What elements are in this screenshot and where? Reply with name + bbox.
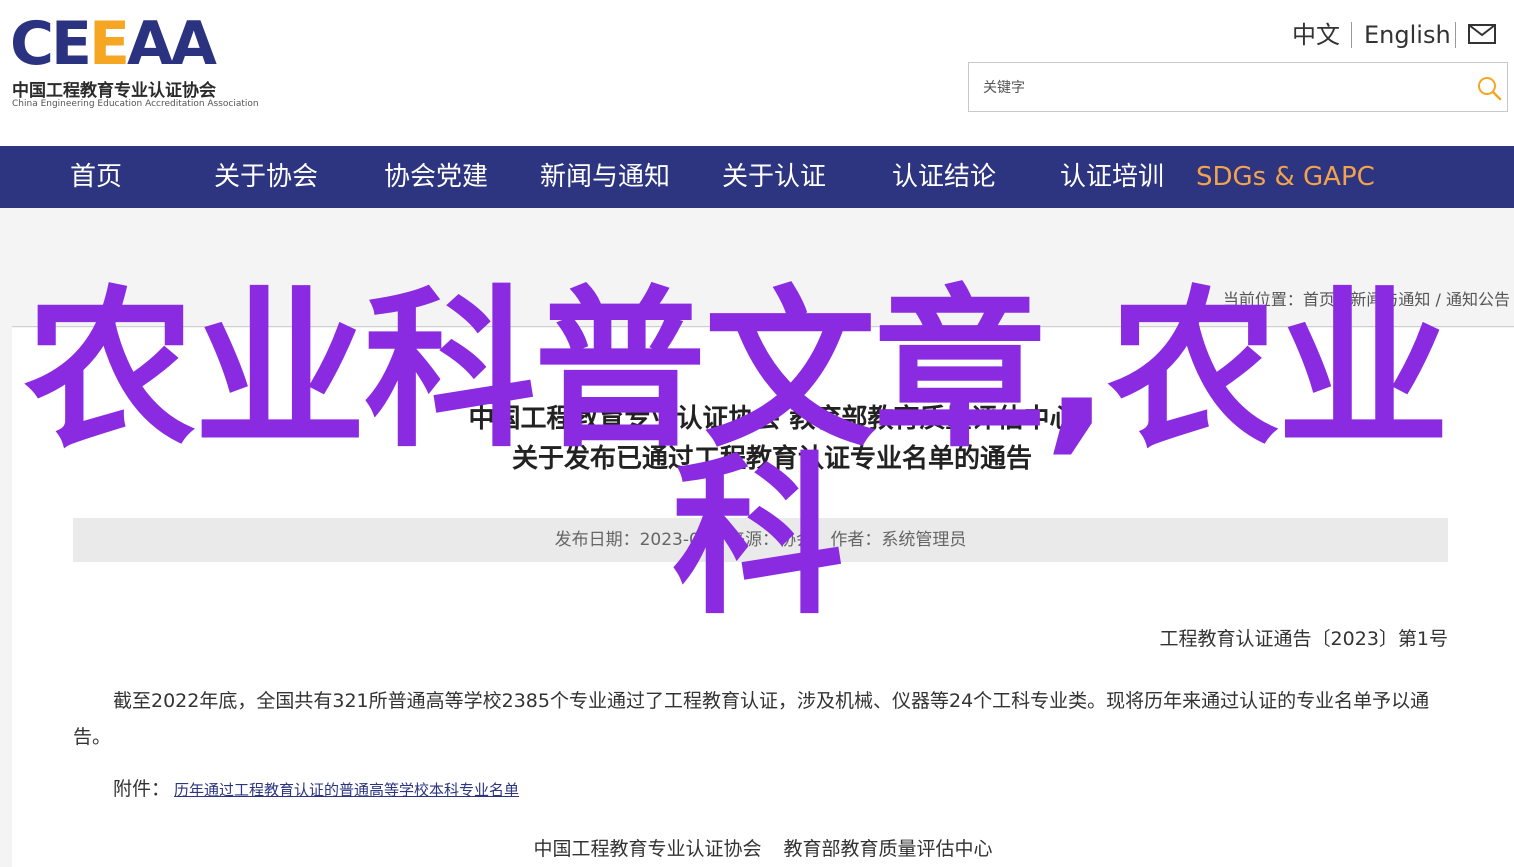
breadcrumb: 当前位置：首页 / 新闻与通知 / 通知公告	[1223, 286, 1510, 310]
nav-item-sdgs-gapc[interactable]: SDGs & GAPC	[1196, 146, 1375, 208]
document-number: 工程教育认证通告〔2023〕第1号	[1159, 628, 1448, 650]
nav-item-party[interactable]: 协会党建	[384, 146, 488, 208]
site-logo[interactable]: CEEAA 中国工程教育专业认证协会 China Engineering Edu…	[10, 12, 270, 116]
nav-item-home[interactable]: 首页	[70, 146, 122, 208]
breadcrumb-prefix: 当前位置：	[1222, 290, 1303, 309]
article-meta-bar: 发布日期：2023-06 来源：协会 作者：系统管理员	[73, 518, 1448, 562]
nav-item-about[interactable]: 关于协会	[214, 146, 318, 208]
logo-name-en: China Engineering Education Accreditatio…	[12, 99, 259, 109]
article-source: 来源：协会	[728, 530, 814, 550]
search-box	[968, 62, 1508, 113]
article-title-line1: 中国工程教育专业认证协会 教育部教育质量评估中心	[468, 404, 1076, 434]
signatories: 中国工程教育专业认证协会 教育部教育质量评估中心	[12, 834, 1514, 861]
search-icon[interactable]	[1476, 75, 1502, 101]
lang-english-link[interactable]: English	[1364, 18, 1451, 52]
breadcrumb-separator: /	[1334, 290, 1351, 309]
main-nav: 首页 关于协会 协会党建 新闻与通知 关于认证 认证结论 认证培训 SDGs &…	[0, 146, 1514, 208]
article-title-line2: 关于发布已通过工程教育认证专业名单的通告	[511, 444, 1032, 474]
publish-date: 发布日期：2023-06	[554, 530, 711, 550]
breadcrumb-divider	[12, 326, 1514, 327]
signatory-association: 中国工程教育专业认证协会	[533, 838, 762, 860]
nav-item-conclusions[interactable]: 认证结论	[892, 146, 996, 208]
attachment: 附件： 历年通过工程教育认证的普通高等学校本科专业名单	[113, 774, 519, 801]
article-panel: 中国工程教育专业认证协会 教育部教育质量评估中心 关于发布已通过工程教育认证专业…	[12, 328, 1514, 867]
attachment-link[interactable]: 历年通过工程教育认证的普通高等学校本科专业名单	[174, 781, 519, 799]
nav-item-accreditation[interactable]: 关于认证	[722, 146, 826, 208]
breadcrumb-item-home[interactable]: 首页	[1303, 290, 1335, 309]
lang-chinese-link[interactable]: 中文	[1292, 18, 1340, 52]
nav-item-news[interactable]: 新闻与通知	[540, 146, 670, 208]
breadcrumb-item-notices[interactable]: 通知公告	[1446, 290, 1510, 309]
site-header: CEEAA 中国工程教育专业认证协会 China Engineering Edu…	[0, 0, 1514, 146]
article-paragraph: 截至2022年底，全国共有321所普通高等学校2385个专业通过了工程教育认证，…	[73, 690, 1430, 748]
breadcrumb-separator: /	[1430, 290, 1446, 309]
search-input[interactable]	[981, 63, 1445, 113]
attachment-label: 附件：	[113, 778, 171, 800]
nav-item-training[interactable]: 认证培训	[1060, 146, 1164, 208]
logo-name-cn: 中国工程教育专业认证协会	[12, 81, 216, 101]
article-author: 作者：系统管理员	[830, 530, 967, 550]
mail-icon[interactable]	[1468, 24, 1496, 44]
signatory-evaluation-center: 教育部教育质量评估中心	[783, 838, 993, 860]
lang-divider	[1455, 22, 1456, 48]
logo-mark: CEEAA	[10, 9, 217, 79]
breadcrumb-item-news[interactable]: 新闻与通知	[1350, 290, 1430, 309]
lang-divider	[1351, 22, 1352, 48]
